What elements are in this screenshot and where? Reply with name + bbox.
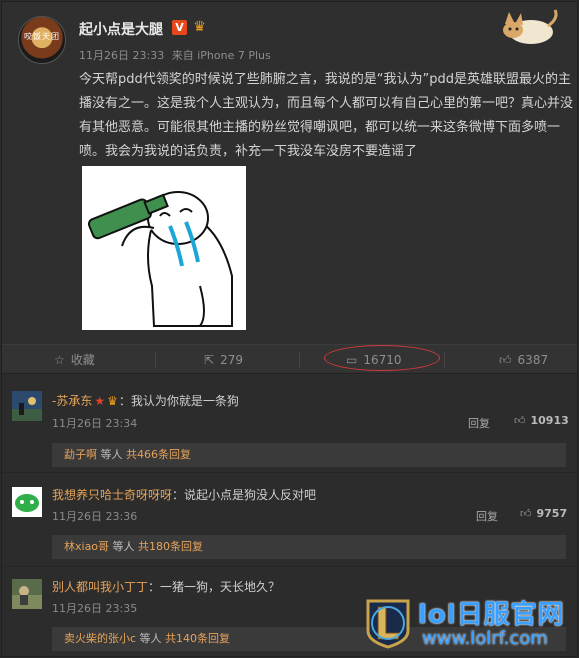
post-time[interactable]: 11月26日 23:33 <box>79 49 164 62</box>
commenter-avatar[interactable] <box>12 391 42 421</box>
comment-username[interactable]: 别人都叫我小丁丁 <box>52 580 148 594</box>
sub-reply-count: 共140条回复 <box>165 632 231 645</box>
comment-like-button[interactable]: 👍︎ 9757 <box>520 507 567 520</box>
comment-line: 别人都叫我小丁丁：一猪一狗，天长地久？ <box>52 578 280 595</box>
post-source: iPhone 7 Plus <box>197 49 271 62</box>
like-count: 6387 <box>517 353 549 367</box>
divider <box>155 353 156 367</box>
sub-reply-count: 共466条回复 <box>126 448 191 461</box>
commenter-avatar[interactable] <box>12 487 42 517</box>
drinking-meme-image[interactable] <box>82 166 246 330</box>
comment-text: ：说起小点是狗没人反对吧 <box>172 488 317 502</box>
verified-badge-icon: V <box>172 20 187 35</box>
sub-reply-mid: 等人 <box>97 448 126 461</box>
star-badge-icon: ★ <box>94 394 106 408</box>
vip-crown-icon: ♛ <box>107 394 118 408</box>
avatar-text: 咬饭天团 <box>24 32 60 41</box>
post-action-bar: ☆ 收藏 ⇱ 279 ▭ 16710 👍︎ 6387 <box>2 344 577 375</box>
watermark-title: lol日服官网 <box>418 600 565 630</box>
comment-like-count: 10913 <box>530 414 569 427</box>
shiba-dog-sticker-icon <box>503 9 558 44</box>
weibo-post: 咬饭天团 起小点是大腿 V ♛ 11月26日 23:33 来自 iPhone 7… <box>2 2 577 344</box>
favorite-button[interactable]: ☆ 收藏 <box>54 345 95 375</box>
post-source-prefix: 来自 <box>171 49 194 62</box>
thumbs-up-icon: 👍︎ <box>499 353 512 367</box>
share-count: 279 <box>220 353 243 367</box>
comment-item: 我想养只哈士奇呀呀呀：说起小点是狗没人反对吧 11月26日 23:36 回复 👍… <box>2 473 577 565</box>
reply-button[interactable]: 回复 <box>468 415 490 431</box>
comment-text: ：一猪一狗，天长地久？ <box>148 580 281 594</box>
commenter-avatar[interactable] <box>12 579 42 609</box>
comment-item: -苏承东 ★ ♛：我认为你就是一条狗 11月26日 23:34 回复 👍︎ 10913… <box>2 375 577 471</box>
comment-username[interactable]: 我想养只哈士奇呀呀呀 <box>52 488 172 502</box>
sub-replies-link[interactable]: 林xiao哥 等人 共180条回复 <box>52 535 566 559</box>
share-icon: ⇱ <box>204 353 215 367</box>
divider <box>299 353 300 367</box>
comment-like-button[interactable]: 👍︎ 10913 <box>514 414 569 427</box>
thumbs-up-icon: 👍︎ <box>514 414 526 427</box>
comment-text: ：我认为你就是一条狗 <box>118 394 239 408</box>
divider <box>444 353 445 367</box>
favorite-label: 收藏 <box>70 353 95 367</box>
poster-username[interactable]: 起小点是大腿 <box>79 19 163 39</box>
comment-time: 11月26日 23:36 <box>52 510 138 523</box>
comment-line: -苏承东 ★ ♛：我认为你就是一条狗 <box>52 392 239 409</box>
weibo-screenshot: 咬饭天团 起小点是大腿 V ♛ 11月26日 23:33 来自 iPhone 7… <box>1 1 578 657</box>
like-button[interactable]: 👍︎ 6387 <box>499 345 548 375</box>
comment-line: 我想养只哈士奇呀呀呀：说起小点是狗没人反对吧 <box>52 486 316 503</box>
red-circle-annotation <box>324 345 440 371</box>
comment-like-count: 9757 <box>536 507 568 520</box>
watermark-url: www.lolrf.com <box>422 628 548 649</box>
sub-reply-count: 共180条回复 <box>138 540 204 553</box>
post-text: 今天帮pdd代领奖的时候说了些肺腑之言，我说的是“我认为”pdd是英雄联盟最火的… <box>79 72 574 159</box>
comment-time: 11月26日 23:35 <box>52 602 138 615</box>
share-button[interactable]: ⇱ 279 <box>204 345 243 375</box>
thumbs-up-icon: 👍︎ <box>520 507 532 520</box>
sub-reply-user: 卖火柴的张小c <box>64 632 137 645</box>
league-of-legends-logo-icon <box>366 599 410 649</box>
sub-reply-mid: 等人 <box>109 540 139 553</box>
sub-reply-mid: 等人 <box>136 632 166 645</box>
post-meta: 11月26日 23:33 来自 iPhone 7 Plus <box>79 47 271 63</box>
comment-username[interactable]: -苏承东 <box>52 394 92 408</box>
reply-button[interactable]: 回复 <box>476 508 498 524</box>
vip-crown-icon: ♛ <box>193 19 206 35</box>
poster-avatar[interactable]: 咬饭天团 <box>18 16 66 64</box>
comment-time: 11月26日 23:34 <box>52 417 138 430</box>
sub-reply-user: 林xiao哥 <box>64 540 110 553</box>
star-icon: ☆ <box>54 353 65 367</box>
sub-replies-link[interactable]: 勐子啊 等人 共466条回复 <box>52 443 566 467</box>
sub-reply-user: 勐子啊 <box>64 448 97 461</box>
